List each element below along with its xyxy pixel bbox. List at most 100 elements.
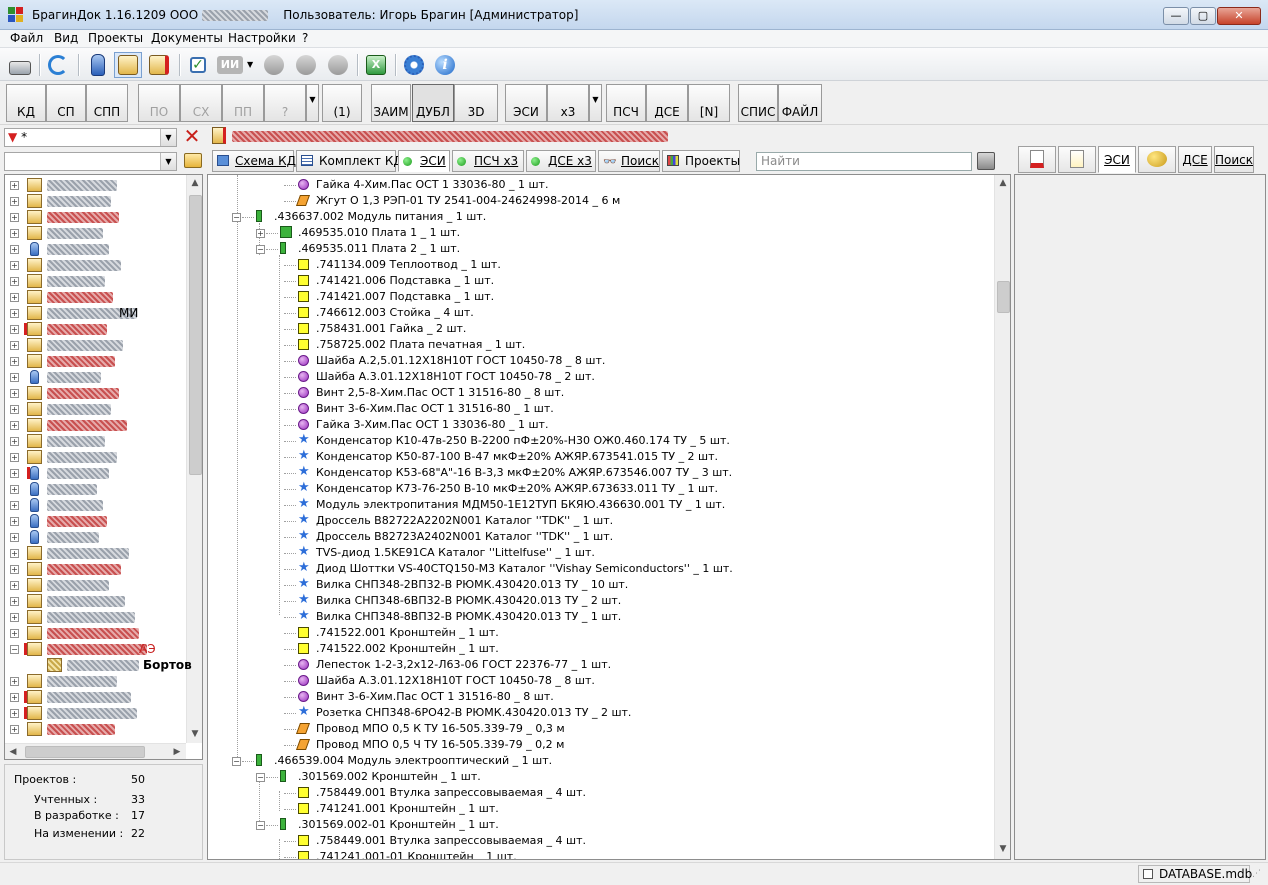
collapse-icon[interactable]: −	[232, 213, 241, 222]
esi-tree-node[interactable]: .741522.002 Кронштейн _ 1 шт.	[208, 641, 988, 657]
project-tree-item[interactable]: +	[5, 449, 185, 465]
esi-tree-node[interactable]: ★ Вилка СНП348-8ВП32-В РЮМК.430420.013 ТУ…	[208, 609, 988, 625]
file-button[interactable]: ФАЙЛ	[778, 84, 822, 122]
scroll-thumb[interactable]	[997, 281, 1010, 313]
esi-tree-node[interactable]: .746612.003 Стойка _ 4 шт.	[208, 305, 988, 321]
project-tree-item[interactable]: +	[5, 225, 185, 241]
esi-tree-node[interactable]: Провод МПО 0,5 Ч ТУ 16-505.339-79 _ 0,2 …	[208, 737, 988, 753]
esi-tree-node[interactable]: ★ Конденсатор К53-68"А"-16 В-3,3 мкФ±20% …	[208, 465, 988, 481]
esi-tree-node[interactable]: + .469535.010 Плата 1 _ 1 шт.	[208, 225, 988, 241]
dse-button[interactable]: ДСЕ	[646, 84, 688, 122]
esi-button[interactable]: ЭСИ	[505, 84, 547, 122]
scroll-down-icon[interactable]: ▼	[995, 841, 1010, 858]
esi-tree-node[interactable]: ★ Вилка СНП348-2ВП32-В РЮМК.430420.013 ТУ…	[208, 577, 988, 593]
project-tree-item[interactable]: +	[5, 369, 185, 385]
expand-icon[interactable]: +	[10, 533, 19, 542]
project-tree-item[interactable]: +	[5, 625, 185, 641]
expand-icon[interactable]: +	[10, 485, 19, 494]
close-button[interactable]: ✕	[1217, 7, 1261, 25]
esi-tree-node[interactable]: − .301569.002 Кронштейн _ 1 шт.	[208, 769, 988, 785]
maximize-button[interactable]: ▢	[1190, 7, 1216, 25]
esi-tree-node[interactable]: ★ Конденсатор К73-76-250 В-10 мкФ±20% АЖЯ…	[208, 481, 988, 497]
esi-tree-node[interactable]: Винт 2,5-8-Хим.Пас ОСТ 1 31516-80 _ 8 шт…	[208, 385, 988, 401]
excel-icon[interactable]: X	[362, 52, 390, 78]
x3-dropdown-button[interactable]: ▼	[589, 84, 602, 122]
menu-settings[interactable]: Настройки	[228, 31, 296, 45]
esi-tree-node[interactable]: ★ Дроссель В82722А2202N001 Каталог ''TDK'…	[208, 513, 988, 529]
sx-button[interactable]: СХ	[180, 84, 222, 122]
tab-dse-right[interactable]: ДСЕ	[1178, 146, 1212, 173]
spp-button[interactable]: СПП	[86, 84, 128, 122]
expand-icon[interactable]: +	[10, 261, 19, 270]
expand-icon[interactable]: +	[10, 437, 19, 446]
expand-icon[interactable]: +	[10, 453, 19, 462]
esi-tree-node[interactable]: ★ Вилка СНП348-6ВП32-В РЮМК.430420.013 ТУ…	[208, 593, 988, 609]
count-button[interactable]: (1)	[322, 84, 362, 122]
project-tree-item[interactable]: +	[5, 385, 185, 401]
project-tree-item[interactable]: +	[5, 529, 185, 545]
tab-scheme-kd[interactable]: Схема КД	[212, 150, 296, 172]
esi-tree-node[interactable]: Гайка 3-Хим.Пас ОСТ 1 33036-80 _ 1 шт.	[208, 417, 988, 433]
menu-help[interactable]: ?	[302, 31, 308, 45]
project-tree-item[interactable]: +	[5, 673, 185, 689]
project-tree-item[interactable]: +	[5, 193, 185, 209]
project-tree-item[interactable]: +	[5, 705, 185, 721]
esi-tree-node[interactable]: .741421.006 Подставка _ 1 шт.	[208, 273, 988, 289]
minimize-button[interactable]: —	[1163, 7, 1189, 25]
expand-icon[interactable]: +	[10, 341, 19, 350]
expand-icon[interactable]: +	[10, 389, 19, 398]
project-tree-item[interactable]: +	[5, 497, 185, 513]
chevron-down-icon[interactable]: ▼	[160, 129, 176, 146]
scroll-up-icon[interactable]: ▲	[187, 175, 202, 192]
expand-icon[interactable]: +	[10, 597, 19, 606]
clipboard-icon[interactable]	[977, 152, 995, 170]
collapse-icon[interactable]: −	[232, 757, 241, 766]
esi-tree-node[interactable]: Лепесток 1-2-3,2х12-Л63-06 ГОСТ 22376-77…	[208, 657, 988, 673]
project-tree-hscrollbar[interactable]: ◀ ▶	[5, 743, 186, 759]
zaim-button[interactable]: ЗАИМ	[371, 84, 411, 122]
n-button[interactable]: [N]	[688, 84, 730, 122]
esi-tree-node[interactable]: .758431.001 Гайка _ 2 шт.	[208, 321, 988, 337]
clear-filter-button[interactable]: ✕	[182, 126, 202, 147]
esi-tree-node[interactable]: ★ Диод Шоттки VS-40CTQ150-M3 Каталог ''Vi…	[208, 561, 988, 577]
flag-documents-icon[interactable]	[145, 52, 173, 78]
esi-tree[interactable]: ▲ ▼ Гайка 4-Хим.Пас ОСТ 1 33036-80 _ 1 ш…	[207, 174, 1011, 860]
esi-tree-node[interactable]: Жгут О 1,3 РЭП-01 ТУ 2541-004-24624998-2…	[208, 193, 988, 209]
project-tree-item[interactable]: +	[5, 241, 185, 257]
scroll-left-icon[interactable]: ◀	[5, 744, 21, 759]
expand-icon[interactable]: +	[10, 517, 19, 526]
resize-grip-icon[interactable]: ⋰	[1252, 869, 1261, 879]
esi-tree-node[interactable]: ★ Дроссель В82723А2402N001 Каталог ''TDK'…	[208, 529, 988, 545]
expand-icon[interactable]: +	[10, 373, 19, 382]
esi-tree-node[interactable]: ★ Розетка СНП348-6РО42-В РЮМК.430420.013 …	[208, 705, 988, 721]
project-tree-item[interactable]: +	[5, 561, 185, 577]
project-tree-item[interactable]: +	[5, 289, 185, 305]
expand-icon[interactable]: +	[10, 469, 19, 478]
info-icon[interactable]: i	[431, 52, 459, 78]
esi-tree-node[interactable]: − .469535.011 Плата 2 _ 1 шт.	[208, 241, 988, 257]
tab-search-right[interactable]: Поиск	[1214, 146, 1254, 173]
collapse-icon[interactable]: −	[10, 645, 19, 654]
esi-tree-node[interactable]: Шайба А.3.01.12Х18Н10Т ГОСТ 10450-78 _ 2…	[208, 369, 988, 385]
esi-tree-node[interactable]: Гайка 4-Хим.Пас ОСТ 1 33036-80 _ 1 шт.	[208, 177, 988, 193]
expand-icon[interactable]: +	[10, 357, 19, 366]
scroll-right-icon[interactable]: ▶	[169, 744, 185, 759]
checkbox-icon[interactable]: ✓	[184, 52, 212, 78]
project-tree-item[interactable]: +	[5, 689, 185, 705]
project-tree-item[interactable]: + МИ	[5, 305, 185, 321]
expand-icon[interactable]: +	[10, 501, 19, 510]
expand-icon[interactable]: +	[10, 293, 19, 302]
expand-icon[interactable]: +	[10, 229, 19, 238]
project-tree-item[interactable]: Бортов	[5, 657, 192, 673]
menu-documents[interactable]: Документы	[151, 31, 223, 45]
expand-icon[interactable]: +	[10, 549, 19, 558]
refresh-icon[interactable]	[44, 52, 72, 78]
project-tree-item[interactable]: +	[5, 465, 185, 481]
collapse-icon[interactable]: −	[256, 773, 265, 782]
expand-icon[interactable]: +	[10, 405, 19, 414]
secondary-combo[interactable]: ▼	[4, 152, 177, 171]
project-tree-item[interactable]: +	[5, 593, 185, 609]
project-tree-item[interactable]: +	[5, 321, 185, 337]
chevron-down-icon[interactable]: ▼	[160, 153, 176, 170]
expand-icon[interactable]: +	[10, 277, 19, 286]
